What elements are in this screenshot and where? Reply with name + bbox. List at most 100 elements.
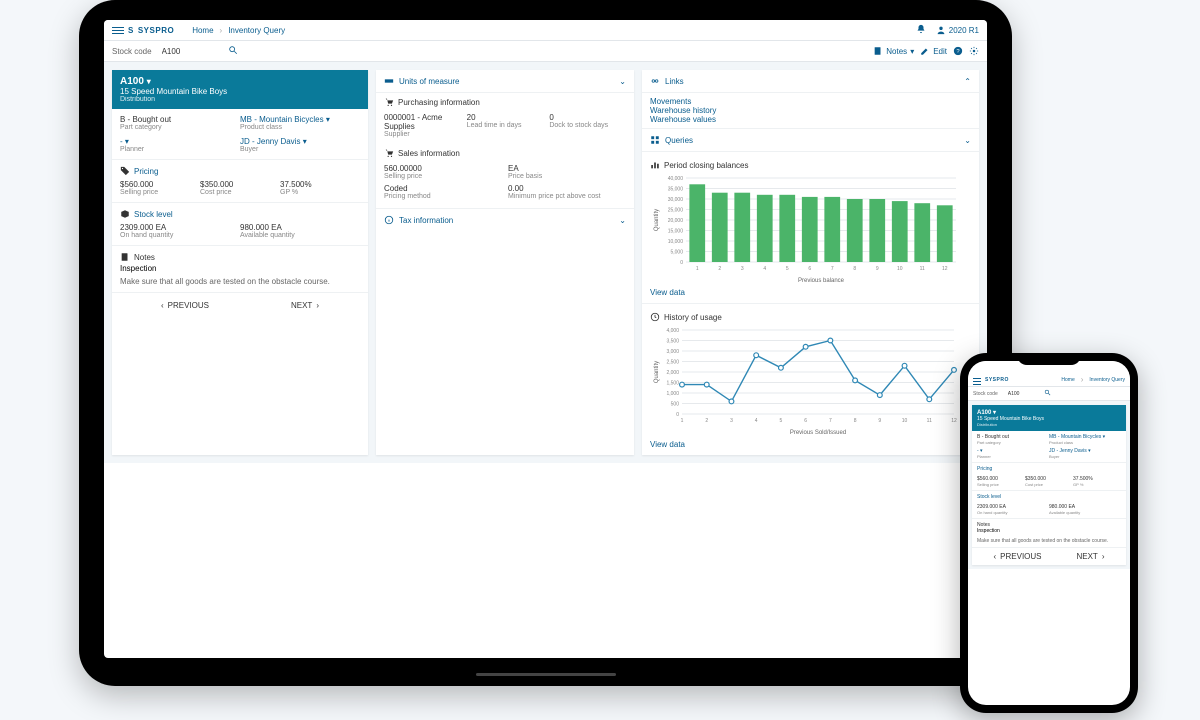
notes-button[interactable]: Notes ▾	[873, 46, 914, 56]
item-header: A100 ▾ 15 Speed Mountain Bike Boys Distr…	[112, 70, 368, 109]
prev-button[interactable]: ‹ PREVIOUS	[993, 552, 1041, 561]
svg-text:12: 12	[951, 418, 957, 424]
chart-closing-balances: Period closing balances 05,00010,00015,0…	[642, 152, 979, 288]
buyer-value[interactable]: JD - Jenny Davis ▾	[240, 137, 360, 146]
search-icon[interactable]	[228, 45, 238, 57]
chevron-down-icon: ⌄	[964, 136, 971, 145]
breadcrumb-home[interactable]: Home	[192, 26, 213, 35]
planner-label: Planner	[120, 146, 240, 153]
brand-logo[interactable]: S	[128, 26, 134, 35]
workspace: A100 ▾ 15 Speed Mountain Bike Boys Distr…	[104, 62, 987, 463]
planner-value[interactable]: - ▾	[120, 137, 240, 146]
svg-text:Quantity: Quantity	[654, 361, 660, 383]
svg-text:5: 5	[786, 266, 789, 272]
stock-section: Stock level 2309.000 EAOn hand quantity …	[112, 202, 368, 245]
svg-text:500: 500	[671, 402, 680, 408]
tag-icon	[120, 166, 130, 176]
pricing-title: Pricing	[134, 167, 158, 176]
brand: SYSPRO	[973, 376, 1009, 383]
prev-button[interactable]: ‹ PREVIOUS	[161, 301, 209, 310]
version-label: 2020 R1	[949, 26, 979, 35]
svg-text:30,000: 30,000	[668, 197, 684, 203]
chevron-up-icon: ⌃	[964, 77, 971, 86]
part-category-label: Part category	[120, 124, 240, 131]
notes-subtitle: Inspection	[120, 264, 360, 273]
phone-device: SYSPRO Home › Inventory Query Stock code…	[960, 353, 1138, 713]
dock-value: 0	[549, 113, 626, 122]
pricing-section: Pricing $560.000Selling price $350.000Co…	[112, 159, 368, 202]
pager: ‹ PREVIOUS NEXT ›	[112, 292, 368, 318]
svg-text:6: 6	[808, 266, 811, 272]
user-badge[interactable]: 2020 R1	[936, 25, 979, 35]
svg-text:25,000: 25,000	[668, 208, 684, 214]
leadtime-value: 20	[467, 113, 544, 122]
svg-text:0: 0	[680, 260, 683, 266]
brand-name: SYSPRO	[985, 377, 1009, 383]
available-value: 980.000 EA	[240, 223, 360, 232]
svg-text:10: 10	[902, 418, 908, 424]
note-icon	[873, 46, 883, 56]
gear-icon[interactable]	[969, 46, 979, 56]
bar-chart-svg: 05,00010,00015,00020,00025,00030,00035,0…	[650, 174, 960, 284]
svg-text:5,000: 5,000	[670, 250, 683, 256]
link-movements[interactable]: Movements	[650, 97, 971, 106]
phone-notch	[1017, 353, 1081, 365]
uom-card: Units of measure ⌄ Purchasing informatio…	[376, 70, 634, 455]
svg-text:11: 11	[927, 418, 932, 424]
uom-header[interactable]: Units of measure ⌄	[376, 70, 634, 93]
chevron-down-icon: ⌄	[619, 77, 626, 86]
svg-text:7: 7	[831, 266, 834, 272]
breadcrumb-page: Inventory Query	[228, 26, 285, 35]
breadcrumb-home[interactable]: Home	[1061, 377, 1074, 383]
view-data-bar[interactable]: View data	[642, 288, 979, 303]
link-warehouse-history[interactable]: Warehouse history	[650, 106, 971, 115]
queries-header[interactable]: Queries ⌄	[642, 128, 979, 152]
next-button[interactable]: NEXT ›	[291, 301, 319, 310]
supplier-value[interactable]: 0000001 - Acme Supplies	[384, 113, 461, 131]
svg-text:1,500: 1,500	[666, 381, 679, 387]
purchasing-header: Purchasing information	[376, 93, 634, 111]
cart-icon	[384, 97, 394, 107]
svg-text:3,000: 3,000	[666, 349, 679, 355]
svg-text:3: 3	[741, 266, 744, 272]
buyer-label: Buyer	[240, 146, 360, 153]
svg-text:Previous balance: Previous balance	[798, 278, 845, 284]
chevron-down-icon[interactable]: ▾	[147, 77, 151, 86]
gp-value: 37.500%	[280, 180, 360, 189]
item-card: A100 ▾ 15 Speed Mountain Bike Boys Distr…	[112, 70, 368, 455]
notes-label: Notes	[886, 47, 907, 56]
stockcode-input[interactable]	[162, 47, 222, 56]
svg-text:10: 10	[897, 266, 903, 272]
help-icon[interactable]: ?	[953, 46, 963, 56]
link-warehouse-values[interactable]: Warehouse values	[650, 115, 971, 124]
item-desc: 15 Speed Mountain Bike Boys	[120, 87, 360, 96]
svg-text:12: 12	[942, 266, 948, 272]
menu-icon[interactable]	[112, 25, 124, 35]
home-indicator	[476, 673, 616, 676]
item-code: A100	[120, 76, 144, 87]
brand: S SYSPRO	[112, 25, 174, 35]
menu-icon[interactable]	[973, 376, 981, 383]
uom-title: Units of measure	[399, 77, 459, 86]
workspace: A100 ▾ 15 Speed Mountain Bike Boys Distr…	[968, 401, 1130, 569]
svg-text:10,000: 10,000	[668, 239, 684, 245]
breadcrumb-page: Inventory Query	[1089, 377, 1125, 383]
svg-text:4: 4	[755, 418, 758, 424]
svg-text:1: 1	[696, 266, 699, 272]
search-icon[interactable]	[1044, 389, 1051, 398]
view-data-line[interactable]: View data	[642, 440, 979, 455]
edit-button[interactable]: Edit	[920, 46, 947, 56]
svg-text:8: 8	[854, 418, 857, 424]
product-class-value[interactable]: MB - Mountain Bicycles ▾	[240, 115, 360, 124]
links-header[interactable]: Links ⌃	[642, 70, 979, 93]
tax-header[interactable]: Tax information ⌄	[376, 208, 634, 231]
next-button[interactable]: NEXT ›	[1076, 552, 1104, 561]
notes-title: Notes	[134, 253, 155, 262]
stockcode-input[interactable]	[1008, 391, 1038, 397]
part-category-value: B - Bought out	[120, 115, 240, 124]
svg-text:9: 9	[876, 266, 879, 272]
chevron-down-icon: ⌄	[619, 216, 626, 225]
bell-icon[interactable]	[916, 24, 926, 36]
selling-price-value: $560.000	[120, 180, 200, 189]
history-icon	[650, 312, 660, 322]
